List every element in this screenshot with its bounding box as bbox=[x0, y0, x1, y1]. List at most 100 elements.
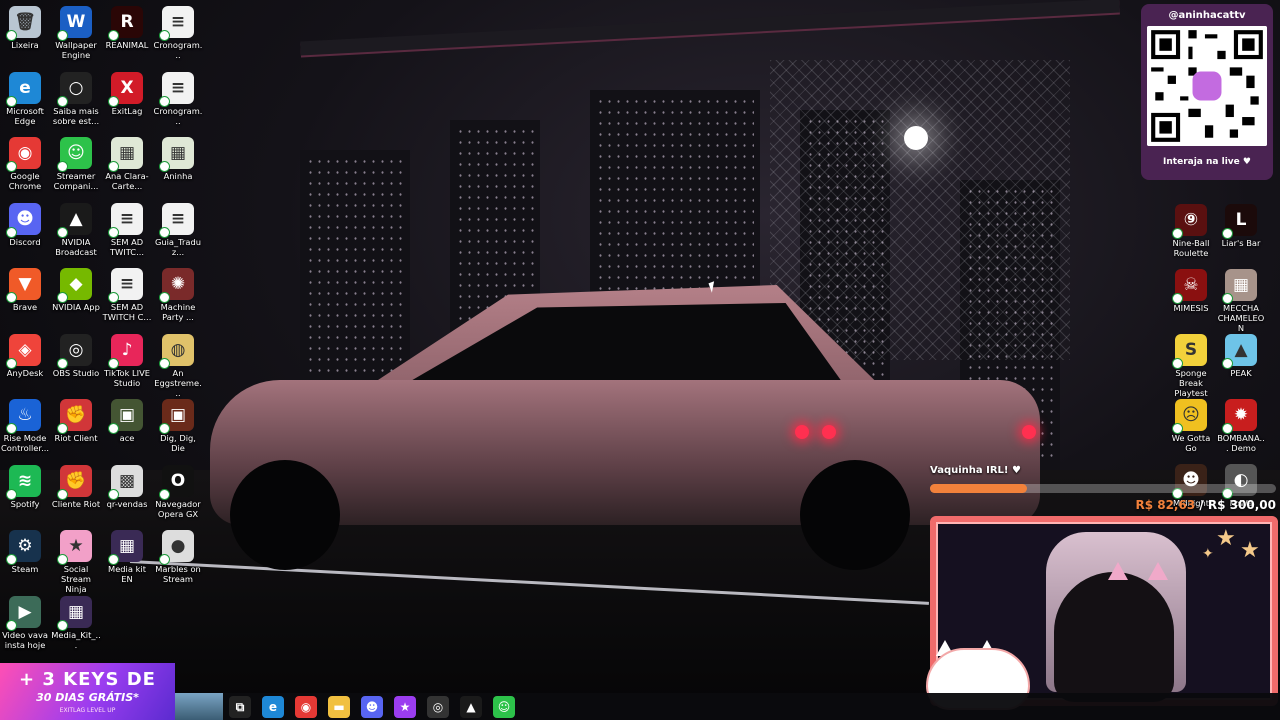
desktop-shortcut[interactable]: ★ Social Stream Ninja bbox=[51, 526, 101, 594]
desktop-shortcut[interactable]: X ExitLag bbox=[102, 68, 152, 116]
desktop-shortcut[interactable]: L Liar's Bar bbox=[1216, 200, 1266, 248]
desktop-shortcut[interactable]: ◈ AnyDesk bbox=[0, 330, 50, 378]
desktop-shortcut[interactable]: ▼ Brave bbox=[0, 264, 50, 312]
sync-check-icon bbox=[6, 30, 17, 41]
sync-check-icon bbox=[57, 357, 68, 369]
desktop-shortcut[interactable]: ⑨ Nine-Ball Roulette bbox=[1166, 200, 1216, 258]
desktop-shortcut-label: OBS Studio bbox=[52, 367, 100, 378]
desktop-shortcut[interactable]: ▶ Video vava insta hoje bbox=[0, 592, 50, 650]
promo-subline: 30 DIAS GRÁTIS* bbox=[36, 691, 139, 704]
desktop-shortcut[interactable]: ≡ Cronogram... bbox=[153, 68, 203, 126]
liars-bar-icon: L bbox=[1222, 204, 1257, 239]
taskbar-file-explorer-icon[interactable]: ▬ bbox=[328, 696, 350, 718]
desktop-shortcut[interactable]: e Microsoft Edge bbox=[0, 68, 50, 126]
brave-icon: ▼ bbox=[6, 268, 41, 303]
cat-ear-headband bbox=[1108, 562, 1128, 580]
marbles-icon: ● bbox=[159, 530, 194, 565]
desktop-shortcut[interactable]: R REANIMAL bbox=[102, 2, 152, 50]
taskbar-nvidia-broadcast-icon[interactable]: ▲ bbox=[460, 696, 482, 718]
desktop-shortcut-label: Google Chrome bbox=[8, 171, 42, 191]
promo-banner[interactable]: + 3 KEYS DE 30 DIAS GRÁTIS* EXITLAG LEVE… bbox=[0, 663, 175, 720]
desktop-shortcut[interactable]: ▲ PEAK bbox=[1216, 330, 1266, 378]
taskbar-social-stream-icon[interactable]: ★ bbox=[394, 696, 416, 718]
desktop-shortcut[interactable]: ✺ Machine Party ... bbox=[153, 264, 203, 322]
taskbar-streamer-companion-icon[interactable]: ☺ bbox=[493, 696, 515, 718]
desktop-shortcut[interactable]: ✹ BOMBANA... Demo bbox=[1216, 395, 1266, 453]
taskbar-edge-icon[interactable]: e bbox=[262, 696, 284, 718]
desktop-shortcut-label: An Eggstreme... bbox=[154, 367, 202, 398]
document-icon: ≡ bbox=[108, 268, 143, 303]
desktop-shortcut[interactable]: ≡ SEM AD TWITCH C... bbox=[102, 264, 152, 322]
desktop-shortcut-label: SEM AD TWITCH C... bbox=[102, 302, 152, 322]
sync-check-icon bbox=[57, 30, 68, 41]
desktop-shortcut[interactable]: ≡ SEM AD TWITC... bbox=[102, 199, 152, 257]
taskbar-discord-icon[interactable]: ☻ bbox=[361, 696, 383, 718]
desktop-shortcut[interactable]: W Wallpaper Engine bbox=[51, 2, 101, 60]
taskbar-chrome-icon[interactable]: ◉ bbox=[295, 696, 317, 718]
car-wheel bbox=[230, 460, 340, 570]
desktop-shortcut[interactable]: ● Marbles on Stream bbox=[153, 526, 203, 584]
desktop-shortcut[interactable]: ◉ Google Chrome bbox=[0, 133, 50, 191]
desktop-shortcut[interactable]: ▦ Media_Kit_... bbox=[51, 592, 101, 650]
desktop-shortcut[interactable]: ≡ Cronogram... bbox=[153, 2, 203, 60]
cat-ear-headband bbox=[1148, 562, 1168, 580]
desktop-shortcut[interactable]: S Sponge Break Playtest bbox=[1166, 330, 1216, 398]
desktop-shortcut[interactable]: ≡ Guia_Traduz... bbox=[153, 199, 203, 257]
desktop-shortcut[interactable]: ▦ MECCHA CHAMELEON bbox=[1216, 265, 1266, 333]
desktop-shortcut[interactable]: ♪ TikTok LIVE Studio bbox=[102, 330, 152, 388]
desktop-shortcut[interactable]: ◆ NVIDIA App bbox=[51, 264, 101, 312]
sync-check-icon bbox=[159, 161, 170, 172]
desktop-shortcut[interactable]: ♨ Rise Mode Controller... bbox=[0, 395, 50, 453]
desktop-shortcut[interactable]: ▣ Dig, Dig, Die bbox=[153, 395, 203, 453]
desktop-shortcut-label: Media kit EN bbox=[108, 564, 146, 584]
sync-check-icon bbox=[1172, 358, 1183, 369]
taskbar: ⧉ e ◉ ▬ ☻ ★ ◎ ▲ ☺ bbox=[175, 693, 1280, 720]
sync-check-icon bbox=[57, 292, 68, 303]
desktop-shortcut[interactable]: ○ Saiba mais sobre est... bbox=[51, 68, 101, 126]
rise-mode-icon: ♨ bbox=[6, 399, 41, 434]
desktop-shortcut[interactable]: ◎ OBS Studio bbox=[51, 330, 101, 378]
desktop-shortcut[interactable]: ▦ Aninha bbox=[153, 133, 203, 181]
taskbar-task-view-icon[interactable]: ⧉ bbox=[229, 696, 251, 718]
desktop-shortcut[interactable]: O Navegador Opera GX bbox=[153, 461, 203, 519]
document-icon: ≡ bbox=[159, 6, 194, 41]
sync-check-icon bbox=[1172, 228, 1183, 239]
sync-check-icon bbox=[6, 488, 17, 500]
nvidia-icon: ◆ bbox=[57, 268, 92, 303]
desktop-shortcut-label: Saiba mais sobre est... bbox=[52, 105, 100, 126]
sync-check-icon bbox=[6, 292, 17, 303]
bombana-icon: ✹ bbox=[1222, 399, 1257, 434]
desktop-shortcut[interactable]: ▲ NVIDIA Broadcast bbox=[51, 199, 101, 257]
info-icon: ○ bbox=[57, 71, 92, 107]
desktop-shortcut[interactable]: ✊ Cliente Riot bbox=[51, 461, 101, 509]
promo-brand: EXITLAG LEVEL UP bbox=[59, 707, 116, 714]
desktop-shortcut[interactable]: ▦ Ana Clara-Carte... bbox=[102, 133, 152, 191]
desktop-shortcut[interactable]: ☺ Streamer Compani... bbox=[51, 133, 101, 191]
desktop-shortcut[interactable]: ◍ An Eggstreme... bbox=[153, 330, 203, 398]
desktop-shortcut-label: Media_Kit_... bbox=[51, 629, 101, 650]
reanimal-icon: R bbox=[108, 6, 143, 41]
desktop-shortcut-label: MIMESIS bbox=[1173, 303, 1209, 313]
desktop-shortcut[interactable]: ⚙ Steam bbox=[0, 526, 50, 574]
desktop-shortcut-label: Aninha bbox=[163, 171, 193, 181]
anydesk-icon: ◈ bbox=[6, 333, 41, 369]
desktop-shortcut[interactable]: ☹ We Gotta Go bbox=[1166, 395, 1216, 453]
sync-check-icon bbox=[57, 161, 68, 172]
stream-qr-panel: @aninhacattv Interaja na live ♥ bbox=[1141, 4, 1273, 180]
taskbar-obs-icon[interactable]: ◎ bbox=[427, 696, 449, 718]
desktop-shortcut[interactable]: ☠ MIMESIS bbox=[1166, 265, 1216, 313]
machine-party-icon: ✺ bbox=[159, 268, 194, 303]
desktop-shortcut-label: NVIDIA Broadcast bbox=[55, 236, 97, 257]
sponge-break-icon: S bbox=[1172, 334, 1207, 369]
desktop-shortcut[interactable]: ☻ Discord bbox=[0, 199, 50, 247]
desktop-shortcut[interactable]: 🗑 Lixeira bbox=[0, 2, 50, 50]
desktop-shortcut[interactable]: ▦ Media kit EN bbox=[102, 526, 152, 584]
sync-check-icon bbox=[108, 161, 119, 172]
taskbar-window-thumbnail[interactable] bbox=[175, 693, 223, 720]
desktop-shortcut[interactable]: ▣ ace bbox=[102, 395, 152, 443]
desktop-shortcut-label: TikTok LIVE Studio bbox=[103, 367, 151, 388]
desktop-shortcut[interactable]: ✊ Riot Client bbox=[51, 395, 101, 443]
desktop-shortcut[interactable]: ▩ qr-vendas bbox=[102, 461, 152, 509]
desktop-shortcut[interactable]: ≋ Spotify bbox=[0, 461, 50, 509]
desktop-shortcut-label: Marbles on Stream bbox=[155, 564, 201, 584]
